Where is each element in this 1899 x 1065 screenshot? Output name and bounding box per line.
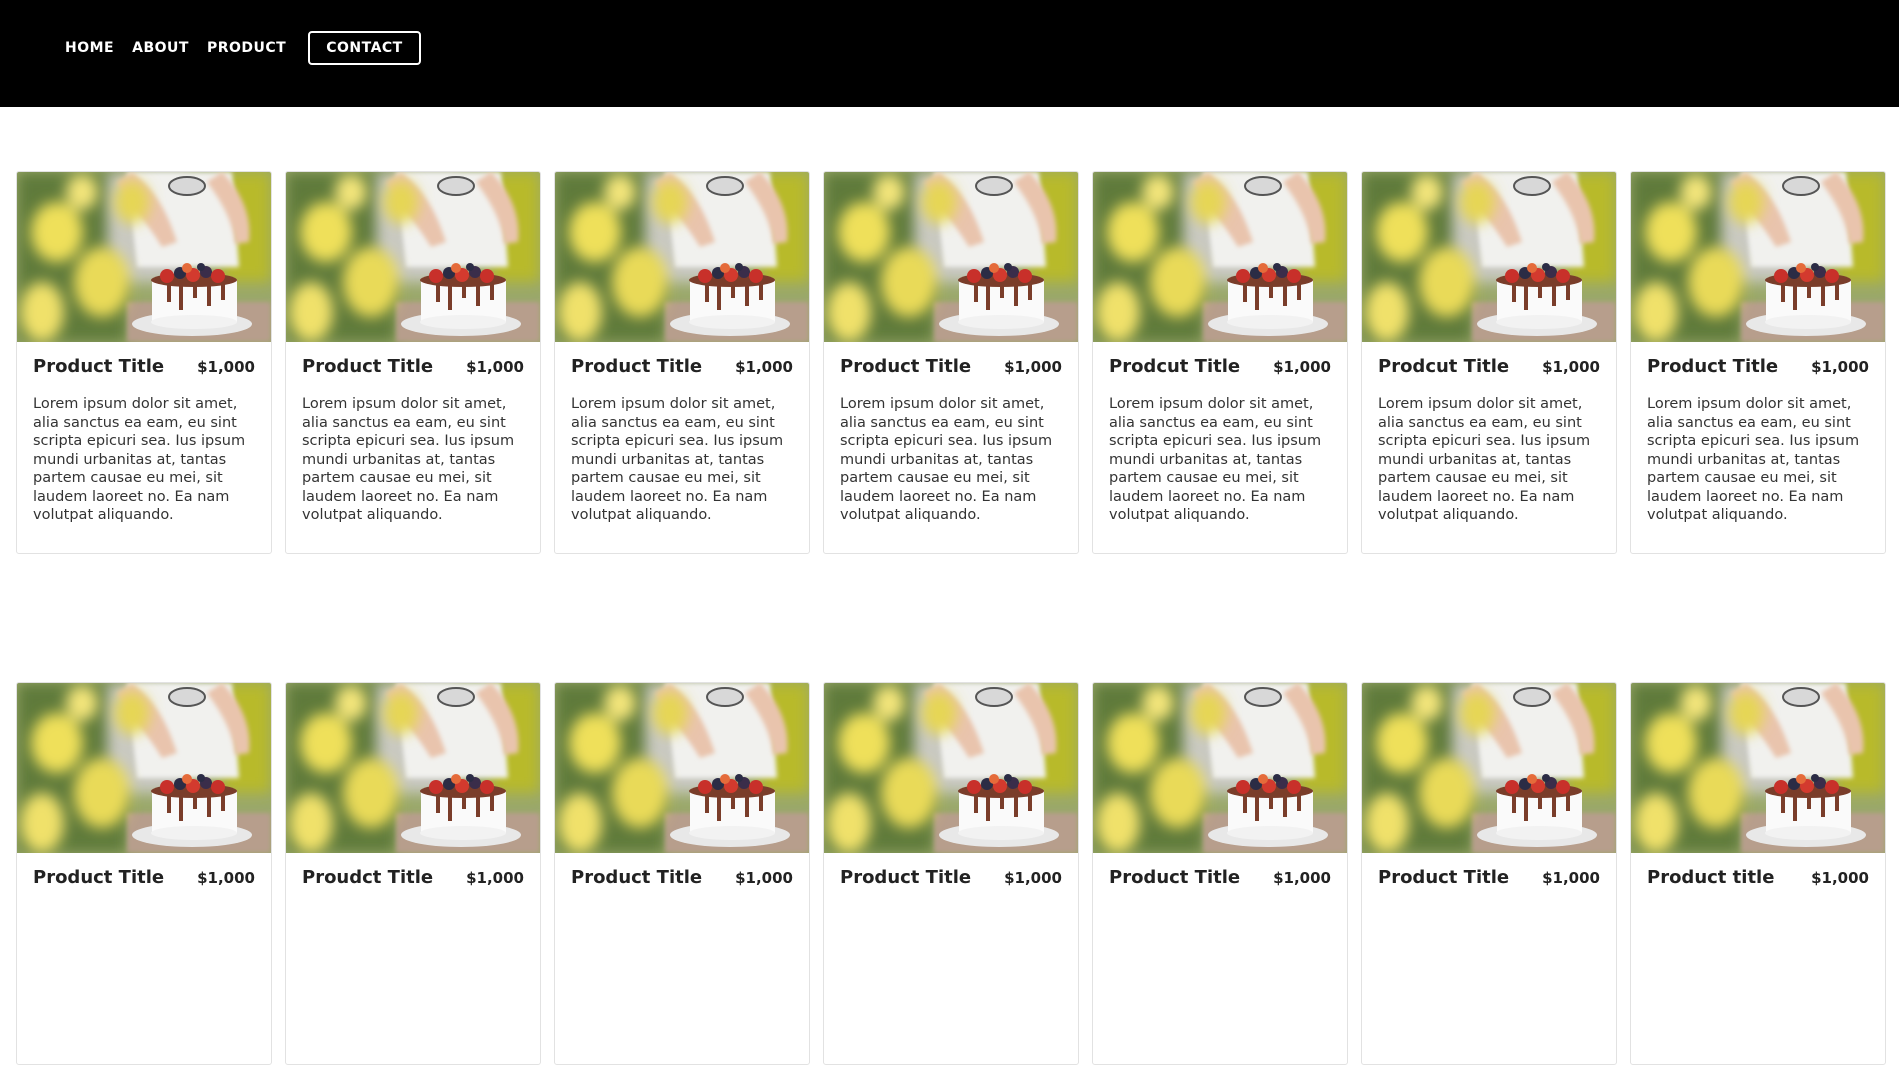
product-price: $1,000 <box>466 358 524 376</box>
product-image <box>1631 172 1885 342</box>
product-title: Prodcut Title <box>1109 356 1241 377</box>
product-description: Lorem ipsum dolor sit amet, alia sanctus… <box>571 396 784 523</box>
nav-product-link[interactable]: PRODUCT <box>207 31 286 65</box>
product-image <box>17 172 271 342</box>
product-title: Product Title <box>33 356 165 377</box>
product-card[interactable]: Product Title $1,000 <box>1361 682 1617 1065</box>
product-image <box>555 172 809 342</box>
product-price: $1,000 <box>1811 869 1869 887</box>
nav-about-link[interactable]: ABOUT <box>132 31 189 65</box>
product-description: Lorem ipsum dolor sit amet, alia sanctus… <box>1109 396 1322 523</box>
nav-contact-button[interactable]: CONTACT <box>308 31 421 65</box>
product-card[interactable]: Product Title $1,000 Lorem ipsum dolor s… <box>554 171 810 554</box>
product-image <box>286 683 540 853</box>
product-title: Product Title <box>840 867 972 888</box>
product-image <box>555 683 809 853</box>
product-card[interactable]: Product title $1,000 <box>1630 682 1886 1065</box>
product-card[interactable]: Product Title $1,000 <box>554 682 810 1065</box>
product-description: Lorem ipsum dolor sit amet, alia sanctus… <box>302 396 515 523</box>
product-description: Lorem ipsum dolor sit amet, alia sanctus… <box>33 396 246 523</box>
product-card[interactable]: Prodcut Title $1,000 Lorem ipsum dolor s… <box>1361 171 1617 554</box>
product-price: $1,000 <box>1542 358 1600 376</box>
product-card[interactable]: Product Title $1,000 <box>16 682 272 1065</box>
product-image <box>824 683 1078 853</box>
product-price: $1,000 <box>1273 358 1331 376</box>
product-image <box>17 683 271 853</box>
product-image <box>1362 683 1616 853</box>
product-description: Lorem ipsum dolor sit amet, alia sanctus… <box>1378 396 1591 523</box>
product-price: $1,000 <box>1811 358 1869 376</box>
product-grid-row-2: Product Title $1,000 Proudct Title $1,00… <box>16 682 1886 1065</box>
product-card[interactable]: Product Title $1,000 Lorem ipsum dolor s… <box>1630 171 1886 554</box>
product-title: Product Title <box>571 867 703 888</box>
product-grid-row-1: Product Title $1,000 Lorem ipsum dolor s… <box>16 171 1886 554</box>
main-nav: HOME ABOUT PRODUCT CONTACT <box>65 31 421 65</box>
product-image <box>286 172 540 342</box>
product-title: Product Title <box>1647 356 1779 377</box>
product-price: $1,000 <box>735 869 793 887</box>
product-image <box>1093 172 1347 342</box>
product-description: Lorem ipsum dolor sit amet, alia sanctus… <box>1647 396 1860 523</box>
product-card[interactable]: Prodcut Title $1,000 Lorem ipsum dolor s… <box>1092 171 1348 554</box>
product-title: Product Title <box>33 867 165 888</box>
product-title: Product Title <box>1378 867 1510 888</box>
product-image <box>1631 683 1885 853</box>
product-title: Proudct Title <box>302 867 434 888</box>
product-image <box>1093 683 1347 853</box>
product-price: $1,000 <box>735 358 793 376</box>
product-card[interactable]: Product Title $1,000 <box>1092 682 1348 1065</box>
product-title: Product Title <box>1109 867 1241 888</box>
product-card[interactable]: Product Title $1,000 Lorem ipsum dolor s… <box>823 171 1079 554</box>
product-image <box>1362 172 1616 342</box>
product-price: $1,000 <box>466 869 524 887</box>
product-price: $1,000 <box>1273 869 1331 887</box>
product-price: $1,000 <box>197 869 255 887</box>
product-price: $1,000 <box>197 358 255 376</box>
product-price: $1,000 <box>1542 869 1600 887</box>
site-header: HOME ABOUT PRODUCT CONTACT <box>0 0 1899 107</box>
product-title: Product Title <box>571 356 703 377</box>
product-card[interactable]: Product Title $1,000 Lorem ipsum dolor s… <box>16 171 272 554</box>
nav-home-link[interactable]: HOME <box>65 31 114 65</box>
product-price: $1,000 <box>1004 869 1062 887</box>
product-title: Prodcut Title <box>1378 356 1510 377</box>
product-title: Product Title <box>302 356 434 377</box>
product-card[interactable]: Proudct Title $1,000 <box>285 682 541 1065</box>
product-card[interactable]: Product Title $1,000 Lorem ipsum dolor s… <box>285 171 541 554</box>
product-description: Lorem ipsum dolor sit amet, alia sanctus… <box>840 396 1053 523</box>
product-card[interactable]: Product Title $1,000 <box>823 682 1079 1065</box>
product-title: Product title <box>1647 867 1775 888</box>
product-title: Product Title <box>840 356 972 377</box>
product-price: $1,000 <box>1004 358 1062 376</box>
product-image <box>824 172 1078 342</box>
